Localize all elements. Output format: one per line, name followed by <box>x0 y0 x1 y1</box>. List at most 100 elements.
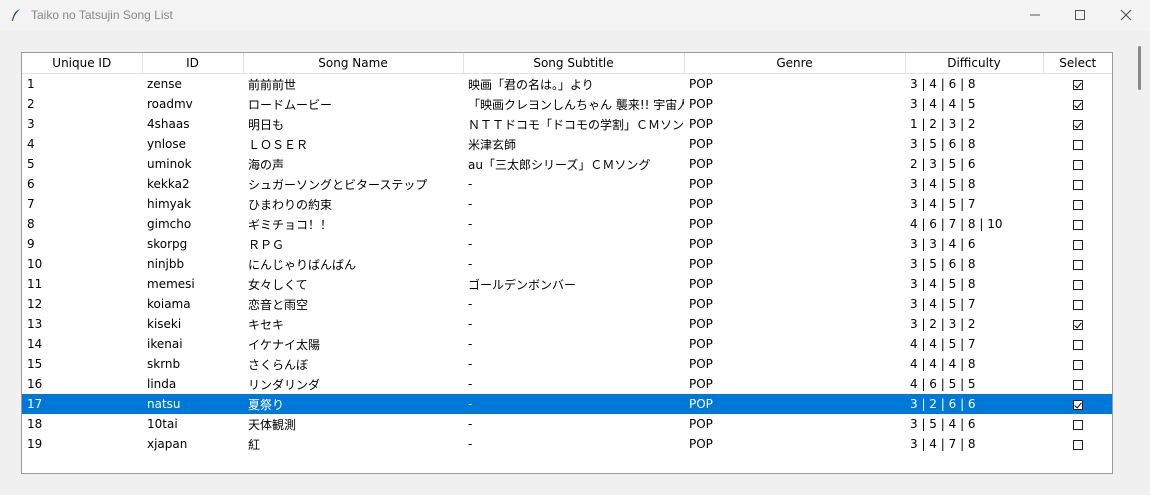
table-row[interactable]: 5 uminok 海の声 au「三太郎シリーズ」ＣＭソング POP 2 | 3 | 5 |… <box>22 154 1112 174</box>
cell-select <box>1043 154 1112 174</box>
cell-difficulty: 3 | 4 | 7 | 8 <box>910 437 976 451</box>
select-checkbox[interactable] <box>1072 259 1083 270</box>
cell-id: 4shaas <box>147 117 190 131</box>
cell-genre: POP <box>689 417 713 431</box>
select-checkbox[interactable] <box>1072 299 1083 310</box>
cell-difficulty: 3 | 5 | 6 | 8 <box>910 137 976 151</box>
table-row[interactable]: 4 ynlose ＬＯＳＥＲ 米津玄師 POP 3 | 5 | 6 | 8 <box>22 134 1112 154</box>
cell-song-name: シュガーソングとビターステップ <box>248 177 428 192</box>
song-list-table[interactable]: Unique ID ID Song Name Song Subtitle Gen… <box>21 52 1113 474</box>
cell-song-name: にんじゃりばんばん <box>248 257 357 272</box>
cell-unique-id: 6 <box>27 177 35 191</box>
cell-unique-id: 14 <box>27 337 43 351</box>
select-checkbox[interactable] <box>1072 219 1083 230</box>
cell-genre: POP <box>689 117 713 131</box>
cell-difficulty: 4 | 6 | 7 | 8 | 10 <box>910 217 1003 231</box>
select-checkbox[interactable] <box>1072 119 1083 130</box>
table-row[interactable]: 13 kiseki キセキ - POP 3 | 2 | 3 | 2 <box>22 314 1112 334</box>
cell-genre: POP <box>689 377 713 391</box>
select-checkbox[interactable] <box>1072 199 1083 210</box>
cell-difficulty: 2 | 3 | 5 | 6 <box>910 157 976 171</box>
select-checkbox[interactable] <box>1072 139 1083 150</box>
cell-select <box>1043 374 1112 394</box>
table-row[interactable]: 2 roadmv ロードムービー 「映画クレヨンしんちゃん 襲来!! 宇宙人 POP 3 … <box>22 94 1112 114</box>
cell-song-name: さくらんぼ <box>248 357 309 372</box>
cell-song-name: 恋音と雨空 <box>248 297 309 312</box>
table-row[interactable]: 10 ninjbb にんじゃりばんばん - POP 3 | 5 | 6 | 8 <box>22 254 1112 274</box>
select-checkbox[interactable] <box>1072 379 1083 390</box>
table-row[interactable]: 11 memesi 女々しくて ゴールデンボンバー POP 3 | 4 | 5 | 8 <box>22 274 1112 294</box>
table-row[interactable]: 7 himyak ひまわりの約束 - POP 3 | 4 | 5 | 7 <box>22 194 1112 214</box>
cell-song-name: ＬＯＳＥＲ <box>248 137 309 152</box>
cell-unique-id: 17 <box>22 394 142 414</box>
select-checkbox[interactable] <box>1072 239 1083 250</box>
cell-genre: POP <box>689 97 713 111</box>
table-row[interactable]: 14 ikenai イケナイ太陽 - POP 4 | 4 | 5 | 7 <box>22 334 1112 354</box>
vertical-scrollbar[interactable] <box>1134 38 1146 478</box>
table-header-row: Unique ID ID Song Name Song Subtitle Gen… <box>22 53 1112 74</box>
cell-song-name: キセキ <box>248 317 285 332</box>
select-checkbox[interactable] <box>1072 159 1083 170</box>
column-header-difficulty[interactable]: Difficulty <box>905 53 1044 74</box>
cell-song-name: 前前前世 <box>248 77 297 92</box>
table-row[interactable]: 19 xjapan 紅 - POP 3 | 4 | 7 | 8 <box>22 434 1112 454</box>
column-header-genre[interactable]: Genre <box>684 53 906 74</box>
cell-select <box>1043 354 1112 374</box>
cell-select <box>1043 134 1112 154</box>
select-checkbox[interactable] <box>1072 439 1083 450</box>
cell-genre: POP <box>689 317 713 331</box>
column-header-unique-id[interactable]: Unique ID <box>22 53 143 74</box>
cell-id: skrnb <box>147 357 181 371</box>
select-checkbox[interactable] <box>1072 359 1083 370</box>
cell-genre: POP <box>689 217 713 231</box>
select-checkbox[interactable] <box>1072 179 1083 190</box>
cell-genre: POP <box>689 197 713 211</box>
cell-song-subtitle: 映画「君の名は。」より <box>468 77 594 92</box>
select-checkbox[interactable] <box>1072 99 1083 110</box>
table-row[interactable]: 9 skorpg ＲＰＧ - POP 3 | 3 | 4 | 6 <box>22 234 1112 254</box>
column-header-id[interactable]: ID <box>142 53 244 74</box>
cell-unique-id: 12 <box>27 297 43 311</box>
cell-song-subtitle: - <box>468 197 473 211</box>
cell-id: uminok <box>147 157 192 171</box>
column-header-song-name[interactable]: Song Name <box>243 53 464 74</box>
cell-genre: POP <box>689 77 713 91</box>
select-checkbox[interactable] <box>1072 319 1083 330</box>
cell-genre: POP <box>689 257 713 271</box>
table-row[interactable]: 12 koiama 恋音と雨空 - POP 3 | 4 | 5 | 7 <box>22 294 1112 314</box>
cell-song-subtitle: au「三太郎シリーズ」ＣＭソング <box>468 157 651 172</box>
cell-song-subtitle: - <box>468 217 473 231</box>
table-row[interactable]: 3 4shaas 明日も ＮＴＴドコモ「ドコモの学割」ＣＭソング POP 1 | 2 | … <box>22 114 1112 134</box>
cell-select <box>1043 174 1112 194</box>
table-row[interactable]: 1 zense 前前前世 映画「君の名は。」より POP 3 | 4 | 6 | 8 <box>22 74 1112 95</box>
select-checkbox[interactable] <box>1072 79 1083 90</box>
close-button[interactable] <box>1103 0 1149 31</box>
cell-unique-id: 18 <box>27 417 43 431</box>
title-bar[interactable]: Taiko no Tatsujin Song List <box>0 0 1150 31</box>
cell-genre: POP <box>689 177 713 191</box>
table-row[interactable]: 6 kekka2 シュガーソングとビターステップ - POP 3 | 4 | 5 | 8 <box>22 174 1112 194</box>
maximize-button[interactable] <box>1057 0 1103 31</box>
cell-id: natsu <box>142 394 243 414</box>
cell-unique-id: 15 <box>27 357 43 371</box>
select-checkbox[interactable] <box>1072 279 1083 290</box>
minimize-button[interactable] <box>1012 0 1058 31</box>
table-row[interactable]: 18 10tai 天体観測 - POP 3 | 5 | 4 | 6 <box>22 414 1112 434</box>
cell-unique-id: 7 <box>27 197 35 211</box>
table-row[interactable]: 15 skrnb さくらんぼ - POP 4 | 4 | 4 | 8 <box>22 354 1112 374</box>
table-row[interactable]: 16 linda リンダリンダ - POP 4 | 6 | 5 | 5 <box>22 374 1112 394</box>
column-header-select[interactable]: Select <box>1043 53 1112 74</box>
cell-genre: POP <box>689 137 713 151</box>
cell-select <box>1043 394 1112 414</box>
cell-genre: POP <box>689 437 713 451</box>
select-checkbox[interactable] <box>1072 399 1083 410</box>
table-row[interactable]: 17 natsu 夏祭り - POP 3 | 2 | 6 | 6 <box>22 394 1112 414</box>
select-checkbox[interactable] <box>1072 419 1083 430</box>
table-row[interactable]: 8 gimcho ギミチョコ！！ - POP 4 | 6 | 7 | 8 | 10 <box>22 214 1112 234</box>
scrollbar-thumb[interactable] <box>1138 46 1141 90</box>
select-checkbox[interactable] <box>1072 339 1083 350</box>
cell-select <box>1043 194 1112 214</box>
cell-select <box>1043 274 1112 294</box>
column-header-song-subtitle[interactable]: Song Subtitle <box>463 53 685 74</box>
cell-id: memesi <box>147 277 195 291</box>
